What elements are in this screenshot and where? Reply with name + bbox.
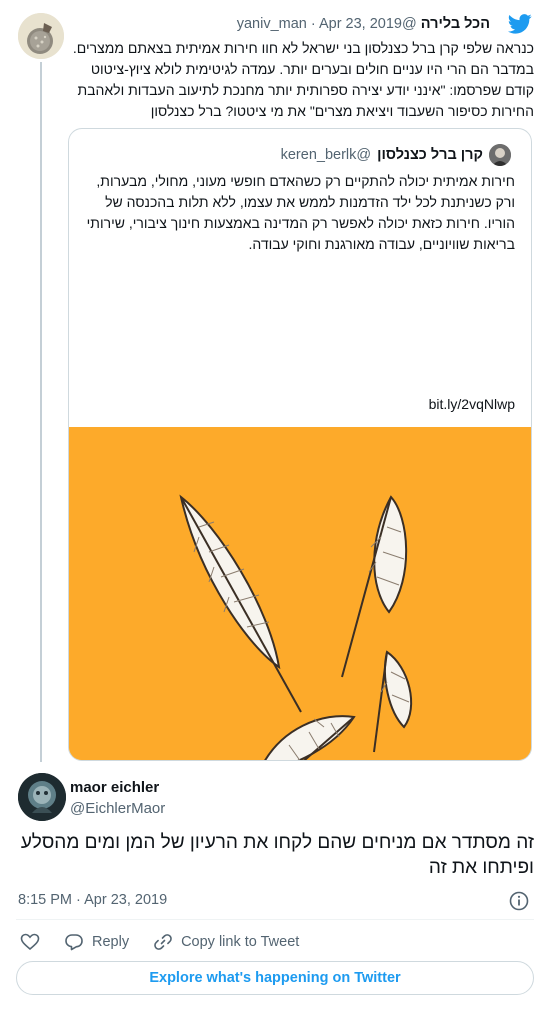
parent-date[interactable]: Apr 23, 2019 (319, 16, 402, 32)
copy-link-button[interactable]: Copy link to Tweet (153, 932, 299, 952)
parent-avatar[interactable] (18, 13, 64, 59)
quoted-tweet-link[interactable]: bit.ly/2vqNlwp (429, 396, 515, 412)
reply-label: Reply (92, 934, 130, 950)
copy-link-label: Copy link to Tweet (181, 934, 300, 950)
thread-line (40, 62, 42, 762)
reply-display-name[interactable]: maor eichler (70, 779, 159, 796)
explore-button[interactable]: Explore what's happening on Twitter (16, 961, 534, 995)
twitter-bird-icon[interactable] (508, 14, 532, 34)
tweet-timestamp[interactable]: 8:15 PM · Apr 23, 2019 (18, 892, 167, 908)
tweet-meta-separator: · (76, 892, 81, 908)
quoted-display-name: קרן ברל כצנלסון (377, 147, 483, 163)
reply-avatar-image (18, 773, 66, 821)
tweet-actions: Reply Copy link to Tweet (20, 930, 323, 954)
quoted-tweet-card[interactable]: קרן ברל כצנלסון @keren_berlk חירות אמיתי… (68, 128, 532, 761)
info-icon[interactable] (509, 891, 529, 911)
parent-header: הכל בלירה @yaniv_man · Apr 23, 2019 (237, 16, 490, 32)
heart-icon (20, 933, 40, 951)
reply-handle[interactable]: @EichlerMaor (70, 800, 165, 817)
quoted-handle: @keren_berlk (280, 147, 372, 163)
parent-display-name[interactable]: הכל בלירה (421, 16, 490, 32)
reply-tweet-text: זה מסתדר אם מניחים שהם לקחו את הרעיון של… (20, 832, 534, 878)
like-button[interactable] (20, 932, 40, 952)
feathers-illustration (69, 427, 531, 760)
quoted-tweet-image[interactable] (69, 427, 531, 760)
parent-tweet-text: כנראה שלפי קרן ברל כצנלסון בני ישראל לא … (72, 40, 534, 119)
reply-icon (65, 934, 83, 951)
quoted-tweet-text: חירות אמיתית יכולה להתקיים רק כשהאדם חופ… (86, 173, 515, 252)
link-icon (154, 934, 172, 950)
parent-avatar-image (18, 13, 64, 59)
tweet-time[interactable]: 8:15 PM (18, 892, 72, 908)
reply-avatar[interactable] (18, 773, 66, 821)
tweet-date[interactable]: Apr 23, 2019 (84, 892, 167, 908)
quoted-tweet-header: קרן ברל כצנלסון @keren_berlk (281, 144, 511, 166)
reply-button[interactable]: Reply (64, 932, 129, 952)
quoted-avatar (489, 144, 511, 166)
divider (16, 919, 534, 920)
parent-separator: · (310, 16, 316, 32)
